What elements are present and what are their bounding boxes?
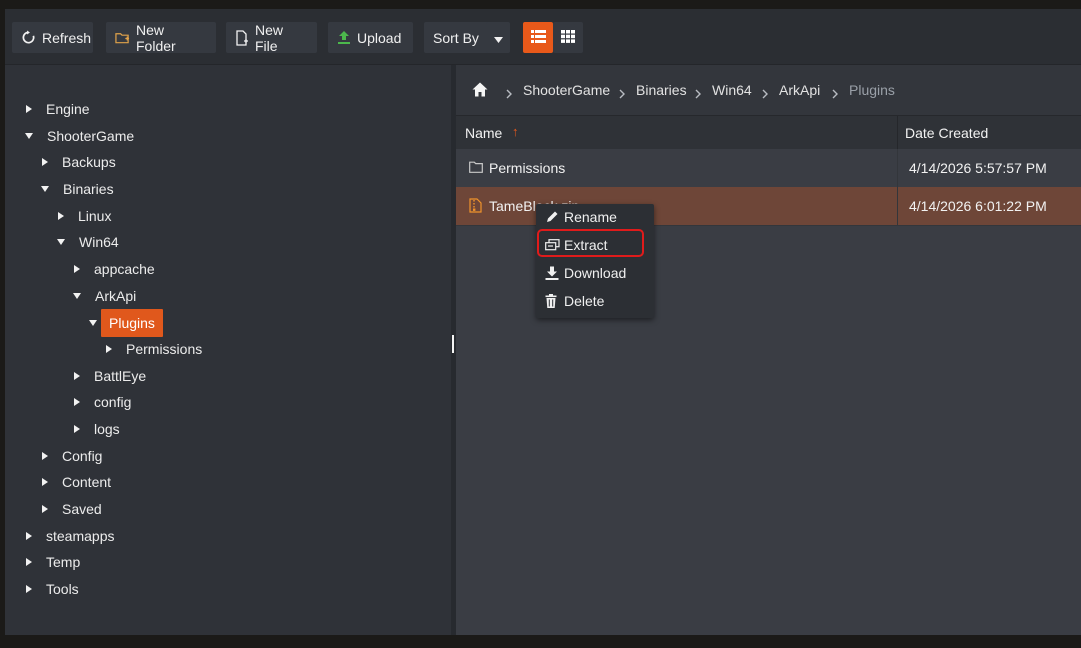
breadcrumb-binaries[interactable]: Binaries [636,82,687,98]
upload-icon [337,30,351,45]
sort-by-label: Sort By [433,29,479,46]
refresh-icon [21,30,36,45]
tree-item-appcache[interactable]: appcache [74,258,163,280]
breadcrumb-win64[interactable]: Win64 [712,82,752,98]
splitter-handle[interactable] [452,335,454,353]
breadcrumb-shootergame[interactable]: ShooterGame [523,82,610,98]
chevron-right-icon [762,86,768,102]
tree-item-binaries[interactable]: Binaries [41,178,122,200]
collapse-arrow-icon[interactable] [89,320,97,326]
expand-arrow-icon[interactable] [42,158,48,166]
pencil-icon [545,210,559,227]
context-menu-rename[interactable]: Rename [536,204,654,230]
tree-item-content[interactable]: Content [42,471,119,493]
tree-item-config-lower[interactable]: config [74,391,139,413]
expand-arrow-icon[interactable] [58,212,64,220]
file-date-created: 4/14/2026 6:01:22 PM [909,198,1047,214]
grid-header: Name ↑ Date Created [456,115,1081,150]
tree-item-logs[interactable]: logs [74,418,128,440]
expand-arrow-icon[interactable] [42,452,48,460]
context-menu-delete[interactable]: Delete [536,288,654,314]
expand-arrow-icon[interactable] [42,478,48,486]
tree-item-win64[interactable]: Win64 [57,231,127,253]
context-menu-download[interactable]: Download [536,260,654,286]
tree-item-engine[interactable]: Engine [26,98,98,120]
new-file-icon [235,29,249,46]
tree-item-arkapi[interactable]: ArkApi [73,285,144,307]
expand-arrow-icon[interactable] [42,505,48,513]
toolbar: Refresh New Folder New File Upload Sort … [5,9,1081,65]
file-manager-window: Refresh New Folder New File Upload Sort … [5,9,1081,635]
new-folder-label: New Folder [136,21,176,54]
column-divider [897,187,898,225]
expand-arrow-icon[interactable] [74,372,80,380]
table-row[interactable]: Permissions 4/14/2026 5:57:57 PM [456,149,1081,188]
new-file-button[interactable]: New File [226,21,317,54]
tree-item-steamapps[interactable]: steamapps [26,525,122,547]
file-date-created: 4/14/2026 5:57:57 PM [909,160,1047,176]
home-icon[interactable] [472,82,488,100]
tree-item-permissions[interactable]: Permissions [106,338,210,360]
folder-icon [469,160,483,176]
new-folder-button[interactable]: New Folder [106,21,216,54]
tree-item-linux[interactable]: Linux [58,205,119,227]
collapse-arrow-icon[interactable] [41,186,49,192]
refresh-label: Refresh [42,29,92,46]
tree-item-shootergame[interactable]: ShooterGame [25,125,142,147]
column-header-date-created[interactable]: Date Created [905,125,988,141]
expand-arrow-icon[interactable] [74,425,80,433]
chevron-right-icon [695,86,701,102]
list-view-icon [530,29,546,46]
trash-icon [545,294,557,311]
new-folder-icon [115,31,130,45]
breadcrumb-arkapi[interactable]: ArkApi [779,82,820,98]
sort-by-button[interactable]: Sort By [424,22,492,53]
column-divider[interactable] [897,116,898,149]
tree-item-tools[interactable]: Tools [26,578,87,600]
grid-view-icon [561,29,575,46]
collapse-arrow-icon[interactable] [73,293,81,299]
expand-arrow-icon[interactable] [74,398,80,406]
tree-item-temp[interactable]: Temp [26,551,88,573]
tree-item-battleye[interactable]: BattlEye [74,365,154,387]
breadcrumb-plugins: Plugins [849,82,895,98]
expand-arrow-icon[interactable] [74,265,80,273]
file-list-panel: ShooterGame Binaries Win64 ArkApi Plugin… [456,65,1081,635]
sort-by-dropdown[interactable] [486,22,510,53]
upload-label: Upload [357,29,402,46]
expand-arrow-icon[interactable] [106,345,112,353]
list-view-button[interactable] [523,22,553,53]
expand-arrow-icon[interactable] [26,558,32,566]
extract-highlight-outline [537,229,644,257]
collapse-arrow-icon[interactable] [57,239,65,245]
expand-arrow-icon[interactable] [26,585,32,593]
tree-item-config[interactable]: Config [42,445,110,467]
sort-ascending-icon: ↑ [512,124,519,139]
file-name: Permissions [489,160,566,176]
upload-button[interactable]: Upload [328,22,413,53]
refresh-button[interactable]: Refresh [12,22,93,53]
folder-tree: Engine ShooterGame Backups Binaries Linu… [5,65,451,635]
chevron-right-icon [832,86,838,102]
zip-file-icon [469,198,482,216]
expand-arrow-icon[interactable] [26,105,32,113]
chevron-down-icon [493,30,503,46]
context-menu: Rename Extract Download Delete [536,204,654,318]
new-file-label: New File [255,21,284,54]
download-icon [545,266,559,283]
column-divider [897,149,898,187]
collapse-arrow-icon[interactable] [25,133,33,139]
column-header-name[interactable]: Name [465,125,502,141]
chevron-right-icon [506,86,512,102]
grid-view-button[interactable] [553,22,583,53]
expand-arrow-icon[interactable] [26,532,32,540]
chevron-right-icon [619,86,625,102]
tree-item-backups[interactable]: Backups [42,151,124,173]
tree-item-plugins[interactable]: Plugins [89,309,163,337]
breadcrumb: ShooterGame Binaries Win64 ArkApi Plugin… [456,65,1081,115]
tree-item-saved[interactable]: Saved [42,498,110,520]
